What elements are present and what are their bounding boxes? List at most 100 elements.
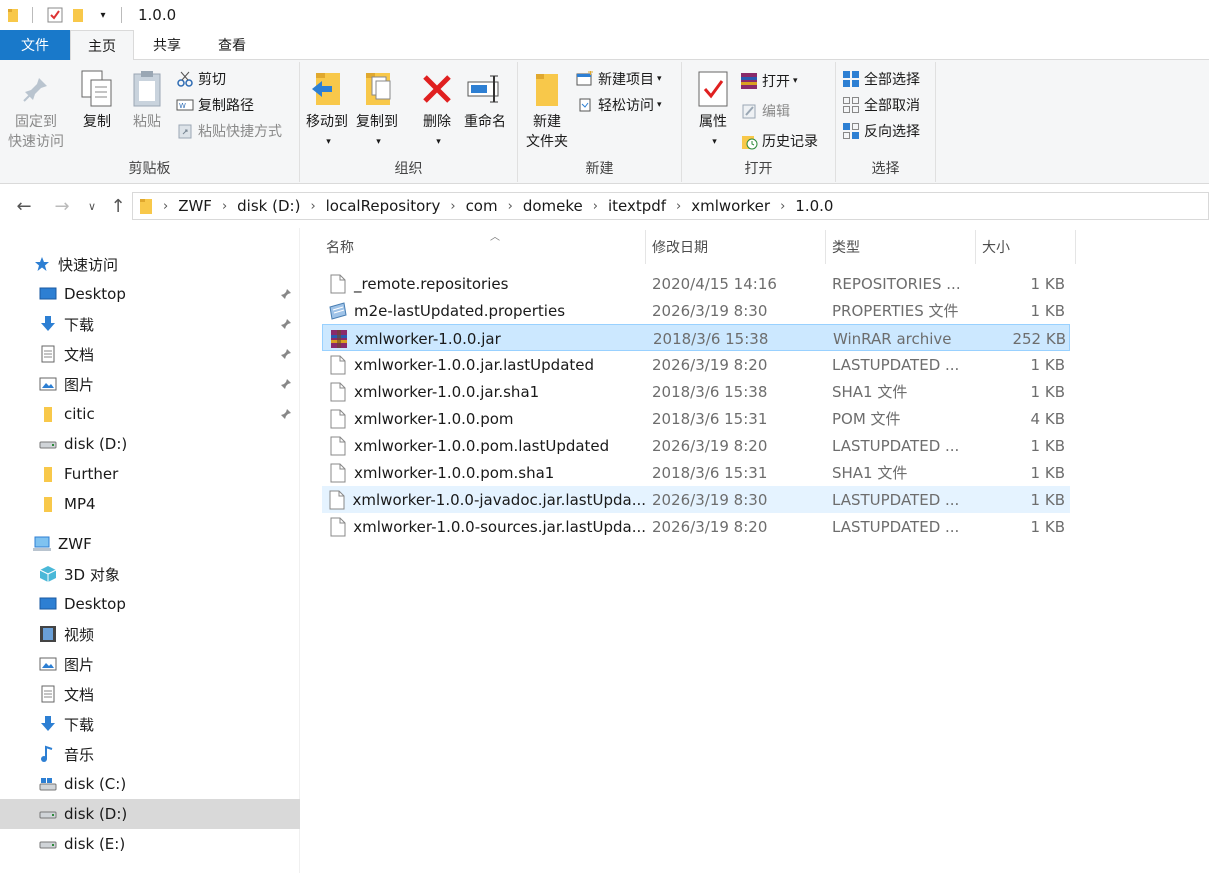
properties-quick-icon[interactable] [45, 5, 65, 25]
breadcrumb-item[interactable]: disk (D:) [237, 197, 300, 215]
tree-item-quick-access[interactable]: 快速访问 [0, 249, 300, 279]
delete-button[interactable]: 删除 ▾ [418, 68, 456, 152]
file-type: SHA1 文件 [832, 383, 908, 401]
tree-item-pc-0[interactable]: 3D 对象 [0, 559, 300, 589]
breadcrumb-item[interactable]: ZWF [178, 197, 212, 215]
breadcrumb-item[interactable]: com [466, 197, 498, 215]
breadcrumb-separator-icon[interactable]: › [676, 199, 681, 214]
tree-item-pc-3[interactable]: 图片 [0, 649, 300, 679]
tree-item-pc-6[interactable]: 音乐 [0, 739, 300, 769]
move-to-button[interactable]: 移动到 ▾ [306, 68, 348, 152]
file-row[interactable]: _remote.repositories 2020/4/15 14:16 REPOS… [322, 270, 1070, 297]
file-row[interactable]: m2e-lastUpdated.properties 2026/3/19 8:30… [322, 297, 1070, 324]
breadcrumb-separator-icon[interactable]: › [222, 199, 227, 214]
breadcrumb-item[interactable]: 1.0.0 [795, 197, 833, 215]
recent-locations-chevron-icon[interactable]: ∨ [80, 194, 104, 218]
pinned-icon[interactable] [280, 376, 294, 390]
breadcrumb-separator-icon[interactable]: › [508, 199, 513, 214]
file-row[interactable]: xmlworker-1.0.0.jar 2018/3/6 15:38 WinRAR … [322, 324, 1070, 351]
breadcrumb-separator-icon[interactable]: › [593, 199, 598, 214]
tree-item-label: MP4 [64, 495, 96, 513]
tree-item-quick-6[interactable]: Further [0, 459, 300, 489]
tree-item-pc-9[interactable]: disk (E:) [0, 829, 300, 859]
select-all-button[interactable]: 全部选择 [842, 68, 920, 90]
tree-item-pc-8[interactable]: disk (D:) [0, 799, 300, 829]
new-folder-button[interactable]: 新建 文件夹 [526, 68, 568, 152]
tab-file[interactable]: 文件 [0, 30, 70, 60]
paste-shortcut-button[interactable]: 粘贴快捷方式 [176, 120, 282, 142]
rename-button[interactable]: 重命名 [464, 68, 506, 132]
column-header-size[interactable]: 大小 [976, 230, 1076, 264]
new-item-button[interactable]: 新建项目 ▾ [576, 68, 662, 90]
tree-item-quick-2[interactable]: 文档 [0, 339, 300, 369]
column-header-name[interactable]: ︿ 名称 [320, 230, 646, 264]
breadcrumb-item[interactable]: itextpdf [608, 197, 666, 215]
tree-item-this-pc[interactable]: ZWF [0, 529, 300, 559]
properties-button[interactable]: 属性 ▾ [694, 68, 732, 152]
invert-selection-button[interactable]: 反向选择 [842, 120, 920, 142]
column-header-type[interactable]: 类型 [826, 230, 976, 264]
file-row[interactable]: xmlworker-1.0.0.jar.lastUpdated 2026/3/19… [322, 351, 1070, 378]
tree-item-quick-1[interactable]: 下载 [0, 309, 300, 339]
tree-item-pc-2[interactable]: 视频 [0, 619, 300, 649]
tree-item-pc-1[interactable]: Desktop [0, 589, 300, 619]
back-arrow-icon[interactable]: ← [12, 194, 36, 218]
tree-item-pc-4[interactable]: 文档 [0, 679, 300, 709]
column-header-date[interactable]: 修改日期 [646, 230, 826, 264]
breadcrumb-item[interactable]: localRepository [326, 197, 441, 215]
pinned-icon[interactable] [280, 286, 294, 300]
open-label: 打开 [762, 74, 790, 90]
file-size: 1 KB [1030, 274, 1065, 293]
file-size: 1 KB [1030, 517, 1065, 536]
breadcrumb-item[interactable]: domeke [523, 197, 583, 215]
file-type: LASTUPDATED ... [832, 517, 960, 536]
up-arrow-icon[interactable]: ↑ [106, 194, 130, 218]
tree-item-quick-7[interactable]: MP4 [0, 489, 300, 519]
history-button[interactable]: 历史记录 [740, 130, 818, 152]
window-title: 1.0.0 [138, 6, 177, 24]
select-none-label: 全部取消 [864, 98, 920, 114]
file-row[interactable]: xmlworker-1.0.0-sources.jar.lastUpda... 2… [322, 513, 1070, 540]
select-none-button[interactable]: 全部取消 [842, 94, 920, 116]
file-name: _remote.repositories [354, 274, 509, 293]
pin-quick-access-button[interactable]: 固定到 快速访问 [8, 68, 64, 152]
tree-item-quick-4[interactable]: citic [0, 399, 300, 429]
tree-item-quick-5[interactable]: disk (D:) [0, 429, 300, 459]
copy-button[interactable]: 复制 [78, 68, 116, 132]
pinned-icon[interactable] [280, 406, 294, 420]
address-bar[interactable]: › ZWF › disk (D:) › localRepository › com › dome… [132, 192, 1209, 220]
tree-item-pc-5[interactable]: 下载 [0, 709, 300, 739]
tab-home[interactable]: 主页 [70, 30, 134, 61]
column-header-date-label: 修改日期 [652, 240, 708, 256]
breadcrumb-separator-icon[interactable]: › [163, 199, 168, 214]
copy-path-button[interactable]: W 复制路径 [176, 94, 254, 116]
open-button[interactable]: 打开 ▾ [740, 70, 798, 92]
file-row[interactable]: xmlworker-1.0.0.jar.sha1 2018/3/6 15:38 SH… [322, 378, 1070, 405]
new-folder-quick-icon[interactable] [69, 5, 89, 25]
paste-button[interactable]: 粘贴 [128, 68, 166, 132]
breadcrumb-separator-icon[interactable]: › [780, 199, 785, 214]
tree-item-quick-0[interactable]: Desktop [0, 279, 300, 309]
breadcrumb-separator-icon[interactable]: › [450, 199, 455, 214]
forward-arrow-icon[interactable]: → [50, 194, 74, 218]
easy-access-button[interactable]: 轻松访问 ▾ [576, 94, 662, 116]
pinned-icon[interactable] [280, 316, 294, 330]
move-to-label: 移动到 [306, 114, 348, 130]
file-row[interactable]: xmlworker-1.0.0.pom 2018/3/6 15:31 POM 文件 4… [322, 405, 1070, 432]
cut-button[interactable]: 剪切 [176, 68, 226, 90]
file-row[interactable]: xmlworker-1.0.0.pom.sha1 2018/3/6 15:31 SH… [322, 459, 1070, 486]
file-type: WinRAR archive [833, 329, 952, 348]
copy-to-button[interactable]: 复制到 ▾ [356, 68, 398, 152]
tab-view[interactable]: 查看 [200, 30, 264, 60]
tree-item-pc-7[interactable]: disk (C:) [0, 769, 300, 799]
breadcrumb-separator-icon[interactable]: › [310, 199, 315, 214]
customize-toolbar-icon[interactable]: ▾ [93, 5, 113, 25]
pinned-icon[interactable] [280, 346, 294, 360]
breadcrumb-item[interactable]: xmlworker [691, 197, 770, 215]
edit-button[interactable]: 编辑 [740, 100, 790, 122]
file-row[interactable]: xmlworker-1.0.0-javadoc.jar.lastUpda... 2… [322, 486, 1070, 513]
tab-share[interactable]: 共享 [134, 30, 200, 60]
tree-item-quick-3[interactable]: 图片 [0, 369, 300, 399]
file-row[interactable]: xmlworker-1.0.0.pom.lastUpdated 2026/3/19… [322, 432, 1070, 459]
file-date: 2020/4/15 14:16 [652, 274, 777, 293]
